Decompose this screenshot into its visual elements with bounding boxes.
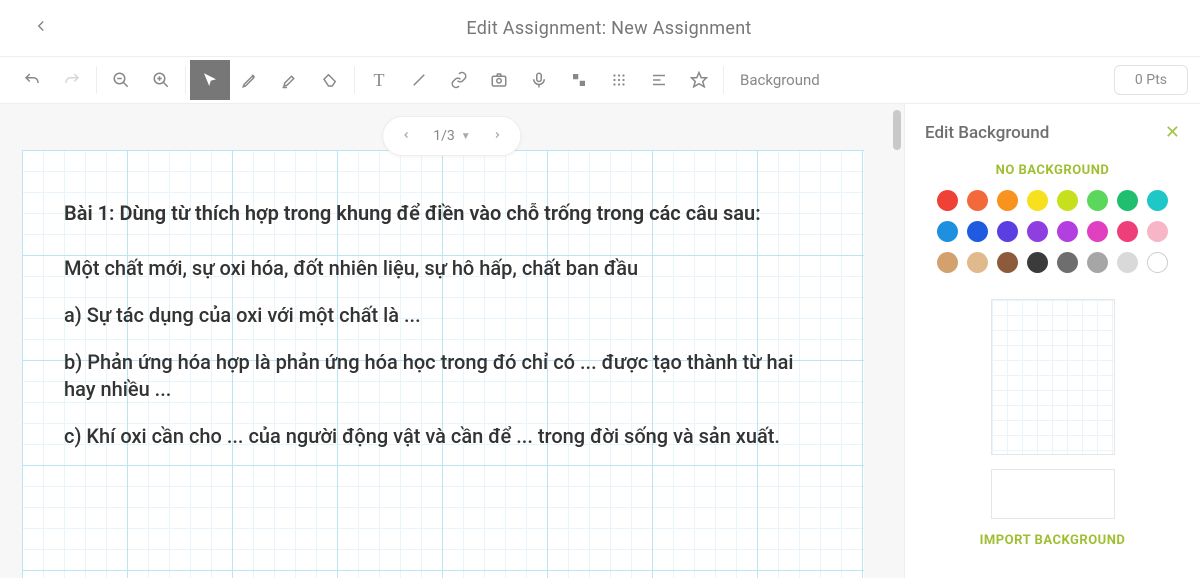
sidebar: Edit Background ✕ NO BACKGROUND IMPORT B…: [904, 104, 1200, 578]
content-line: c) Khí oxi cần cho ... của người động vậ…: [64, 423, 822, 450]
color-swatch[interactable]: [1117, 252, 1138, 273]
link-tool-button[interactable]: [439, 60, 479, 100]
canvas[interactable]: Bài 1: Dùng từ thích hợp trong khung để …: [22, 150, 864, 578]
grid-tool-button[interactable]: [599, 60, 639, 100]
scrollbar-thumb[interactable]: [893, 110, 901, 150]
text-tool-button[interactable]: T: [359, 60, 399, 100]
pointer-tool-button[interactable]: [190, 60, 230, 100]
background-option-plain[interactable]: [991, 469, 1115, 519]
color-swatches: [905, 190, 1200, 289]
separator: [185, 66, 186, 94]
separator: [96, 66, 97, 94]
content-heading: Bài 1: Dùng từ thích hợp trong khung để …: [64, 200, 822, 227]
background-thumbnails: [925, 299, 1180, 519]
pen-tool-button[interactable]: [230, 60, 270, 100]
align-tool-button[interactable]: [639, 60, 679, 100]
color-swatch[interactable]: [1147, 190, 1168, 211]
color-swatch[interactable]: [967, 252, 988, 273]
color-swatch[interactable]: [1147, 252, 1168, 273]
star-tool-button[interactable]: [679, 60, 719, 100]
zoom-in-button[interactable]: [141, 60, 181, 100]
separator: [354, 66, 355, 94]
back-button[interactable]: [24, 13, 58, 44]
highlighter-tool-button[interactable]: [270, 60, 310, 100]
canvas-scrollbar[interactable]: [890, 104, 904, 578]
color-swatch[interactable]: [1057, 221, 1078, 242]
color-swatch[interactable]: [1027, 190, 1048, 211]
color-swatch[interactable]: [937, 190, 958, 211]
shapes-tool-button[interactable]: [559, 60, 599, 100]
color-swatch[interactable]: [967, 221, 988, 242]
color-swatch[interactable]: [1057, 252, 1078, 273]
content-line: b) Phản ứng hóa hợp là phản ứng hóa học …: [64, 349, 822, 403]
zoom-out-button[interactable]: [101, 60, 141, 100]
color-swatch[interactable]: [937, 252, 958, 273]
import-background-button[interactable]: IMPORT BACKGROUND: [905, 519, 1200, 556]
color-swatch[interactable]: [1117, 221, 1138, 242]
background-button[interactable]: Background: [728, 71, 832, 89]
mic-tool-button[interactable]: [519, 60, 559, 100]
color-swatch[interactable]: [1087, 252, 1108, 273]
caret-down-icon: ▼: [461, 131, 471, 142]
color-swatch[interactable]: [1057, 190, 1078, 211]
color-swatch[interactable]: [1117, 190, 1138, 211]
color-swatch[interactable]: [1087, 221, 1108, 242]
color-swatch[interactable]: [1147, 221, 1168, 242]
color-swatch[interactable]: [997, 190, 1018, 211]
points-display[interactable]: 0 Pts: [1114, 65, 1188, 95]
color-swatch[interactable]: [1027, 221, 1048, 242]
color-swatch[interactable]: [997, 252, 1018, 273]
redo-button[interactable]: [52, 60, 92, 100]
undo-button[interactable]: [12, 60, 52, 100]
pager: 1/3 ▼: [382, 116, 521, 156]
color-swatch[interactable]: [1087, 190, 1108, 211]
content-line: Một chất mới, sự oxi hóa, đốt nhiên liệu…: [64, 255, 822, 282]
line-tool-button[interactable]: [399, 60, 439, 100]
no-background-button[interactable]: NO BACKGROUND: [905, 155, 1200, 190]
color-swatch[interactable]: [997, 221, 1018, 242]
pager-next-button[interactable]: [481, 128, 515, 144]
pager-label[interactable]: 1/3 ▼: [423, 128, 480, 144]
pager-prev-button[interactable]: [389, 128, 423, 144]
color-swatch[interactable]: [967, 190, 988, 211]
canvas-area: 1/3 ▼ Bài 1: Dùng từ thích hợp trong khun…: [0, 104, 904, 578]
eraser-tool-button[interactable]: [310, 60, 350, 100]
sidebar-title: Edit Background: [925, 123, 1049, 143]
pager-text: 1/3: [433, 128, 455, 144]
camera-tool-button[interactable]: [479, 60, 519, 100]
color-swatch[interactable]: [937, 221, 958, 242]
color-swatch[interactable]: [1027, 252, 1048, 273]
separator: [723, 66, 724, 94]
page-title: Edit Assignment: New Assignment: [82, 18, 1136, 39]
background-option-grid[interactable]: [991, 299, 1115, 455]
close-sidebar-button[interactable]: ✕: [1165, 122, 1180, 143]
toolbar: T Background 0 Pts: [0, 56, 1200, 104]
content-line: a) Sự tác dụng của oxi với một chất là .…: [64, 302, 822, 329]
